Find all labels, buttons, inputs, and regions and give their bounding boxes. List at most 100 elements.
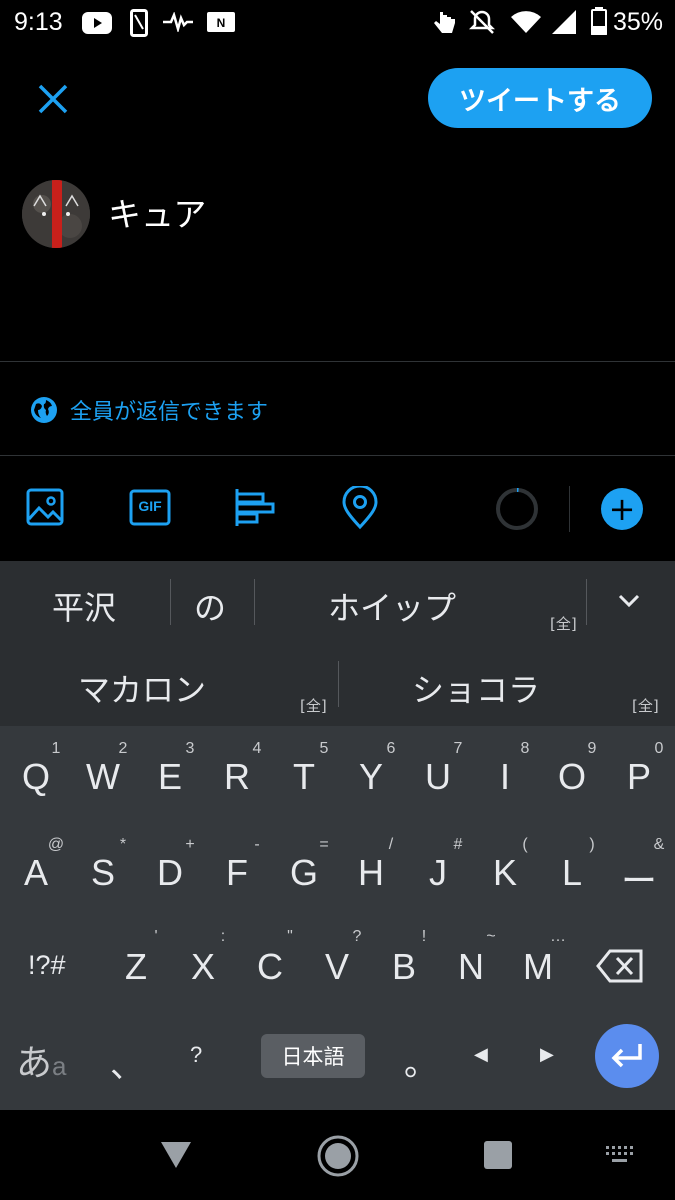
battery-percent: 35% <box>612 8 663 36</box>
enter-icon <box>611 1044 642 1068</box>
mute-icon <box>468 10 496 34</box>
key-j[interactable]: J <box>408 852 468 894</box>
symbols-key[interactable]: !?# <box>28 950 66 981</box>
key-ー[interactable]: ー <box>609 852 669 904</box>
close-button[interactable] <box>26 72 82 128</box>
full-width-badge: [全] <box>632 697 659 715</box>
candidate[interactable]: ショコラ <box>412 665 540 711</box>
key-hint: 0 <box>654 740 664 757</box>
full-width-badge: [全] <box>300 697 327 715</box>
key-z[interactable]: Z <box>106 946 166 988</box>
question-key[interactable]: ? <box>190 1042 202 1068</box>
status-bar: 9:13 N 35% <box>0 0 675 48</box>
avatar[interactable] <box>22 180 90 248</box>
key-hint: 1 <box>51 740 61 757</box>
key-o[interactable]: O <box>542 756 602 798</box>
key-hint: 4 <box>252 740 262 757</box>
candidate[interactable]: 平沢 <box>52 583 116 629</box>
key-k[interactable]: K <box>475 852 535 894</box>
key-e[interactable]: E <box>140 756 200 798</box>
language-key[interactable]: 日本語 <box>261 1034 365 1078</box>
poll-icon[interactable] <box>233 486 277 530</box>
avatar-cat-image <box>22 180 90 248</box>
key-h[interactable]: H <box>341 852 401 894</box>
enter-key[interactable] <box>595 1024 659 1088</box>
status-time: 9:13 <box>14 8 63 36</box>
candidate-divider <box>170 579 171 625</box>
youtube-icon <box>82 12 112 34</box>
key-hint: 2 <box>118 740 128 757</box>
cursor-left-key[interactable]: ◀ <box>474 1044 488 1065</box>
kana-toggle-sub: a <box>52 1051 67 1081</box>
key-r[interactable]: R <box>207 756 267 798</box>
gif-button[interactable]: GIF <box>128 486 172 530</box>
comma-key[interactable]: 、 <box>110 1038 144 1087</box>
key-hint: ? <box>352 928 362 945</box>
full-width-badge: [全] <box>550 615 577 633</box>
reply-setting-button[interactable]: 全員が返信できます <box>30 394 268 426</box>
key-c[interactable]: C <box>240 946 300 988</box>
chevron-down-icon[interactable] <box>616 591 642 611</box>
back-triangle-icon[interactable] <box>160 1140 192 1170</box>
key-u[interactable]: U <box>408 756 468 798</box>
kana-toggle-main: あ <box>16 1042 53 1083</box>
key-hint: 6 <box>386 740 396 757</box>
key-n[interactable]: N <box>441 946 501 988</box>
key-f[interactable]: F <box>207 852 267 894</box>
candidate[interactable]: の <box>194 583 226 629</box>
keyboard-switch-icon[interactable] <box>604 1144 636 1166</box>
key-g[interactable]: G <box>274 852 334 894</box>
candidate[interactable]: ホイップ <box>328 583 456 629</box>
key-hint: & <box>653 836 665 853</box>
home-circle-icon[interactable] <box>316 1134 360 1178</box>
key-hint: " <box>287 928 293 945</box>
add-icon: + <box>608 490 636 528</box>
key-hint: … <box>550 928 566 945</box>
add-tweet-button[interactable]: + <box>601 488 643 530</box>
key-m[interactable]: M <box>508 946 568 988</box>
candidate-divider <box>586 579 587 625</box>
backspace-icon[interactable] <box>596 948 644 984</box>
key-hint: / <box>388 836 394 853</box>
key-b[interactable]: B <box>374 946 434 988</box>
divider <box>0 455 675 456</box>
key-hint: = <box>319 836 329 853</box>
key-d[interactable]: D <box>140 852 200 894</box>
wifi-icon <box>511 11 541 33</box>
key-s[interactable]: S <box>73 852 133 894</box>
key-hint: @ <box>47 836 65 853</box>
image-icon[interactable] <box>24 486 68 530</box>
candidate-divider <box>254 579 255 625</box>
kana-toggle-key[interactable]: あa <box>16 1034 66 1086</box>
tweet-text-input[interactable]: キュア <box>108 188 206 236</box>
navigation-bar <box>0 1110 675 1200</box>
divider <box>0 361 675 362</box>
key-hint: ( <box>522 836 528 853</box>
key-hint: ! <box>421 928 427 945</box>
cursor-right-key[interactable]: ▶ <box>540 1044 554 1065</box>
key-y[interactable]: Y <box>341 756 401 798</box>
key-p[interactable]: P <box>609 756 669 798</box>
key-x[interactable]: X <box>173 946 233 988</box>
signal-icon <box>552 10 576 34</box>
period-key[interactable]: 。 <box>404 1036 438 1085</box>
location-icon[interactable] <box>338 486 382 530</box>
soft-keyboard: Q1W2E3R4T5Y6U7I8O9P0 A @ S * D + F - G = H / J # K(L) ー… <box>0 726 675 1110</box>
key-a[interactable]: A <box>6 852 66 894</box>
key-hint: - <box>254 836 260 853</box>
candidate-divider <box>338 661 339 707</box>
recents-square-icon[interactable] <box>483 1140 513 1170</box>
candidate[interactable]: マカロン <box>78 665 206 711</box>
reply-setting-label: 全員が返信できます <box>70 400 269 425</box>
key-l[interactable]: L <box>542 852 602 894</box>
key-t[interactable]: T <box>274 756 334 798</box>
ime-candidate-bar: 平沢 の ホイップ [全] マカロン [全] ショコラ [全] <box>0 561 675 726</box>
close-icon <box>38 84 68 114</box>
key-w[interactable]: W <box>73 756 133 798</box>
nfc-icon: N <box>207 12 235 32</box>
key-hint: 3 <box>185 740 195 757</box>
tweet-button[interactable]: ツイートする <box>428 68 652 128</box>
key-v[interactable]: V <box>307 946 367 988</box>
key-q[interactable]: Q <box>6 756 66 798</box>
key-i[interactable]: I <box>475 756 535 798</box>
